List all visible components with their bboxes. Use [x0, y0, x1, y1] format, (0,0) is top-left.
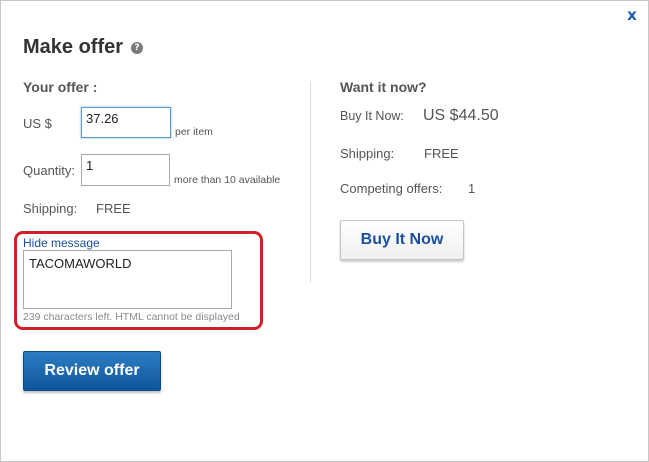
buy-it-now-label: Buy It Now: — [340, 109, 404, 123]
shipping-value: FREE — [96, 201, 131, 216]
quantity-value: 1 — [86, 158, 94, 173]
close-icon[interactable]: x — [625, 7, 639, 23]
review-offer-button[interactable]: Review offer — [23, 351, 161, 391]
offer-price-input[interactable]: 37.26 — [81, 107, 171, 138]
quantity-label: Quantity: — [23, 163, 76, 178]
message-text: TACOMAWORLD — [29, 256, 132, 271]
want-it-now-heading: Want it now? — [340, 79, 427, 95]
competing-offers-value: 1 — [468, 181, 476, 196]
availability-label: more than 10 available — [174, 174, 281, 186]
per-item-label: per item — [175, 126, 213, 138]
competing-offers-label: Competing offers: — [340, 181, 443, 196]
shipping-label: Shipping: — [23, 201, 78, 216]
buy-it-now-price: US $44.50 — [423, 107, 499, 124]
buy-it-now-button[interactable]: Buy It Now — [340, 220, 464, 260]
characters-left-hint: 239 characters left. HTML cannot be disp… — [23, 311, 240, 323]
your-offer-heading: Your offer : — [23, 79, 98, 95]
quantity-input[interactable]: 1 — [81, 154, 170, 186]
make-offer-dialog: x Make offer ? Your offer : US $ 37.26 p… — [0, 0, 649, 462]
currency-label: US $ — [23, 116, 52, 131]
right-shipping-value: FREE — [424, 146, 459, 161]
help-icon[interactable]: ? — [131, 42, 143, 54]
right-shipping-label: Shipping: — [340, 146, 395, 161]
offer-price-value: 37.26 — [86, 111, 119, 126]
column-divider — [310, 81, 311, 283]
message-textarea[interactable]: TACOMAWORLD — [23, 250, 232, 309]
dialog-title: Make offer — [23, 36, 124, 58]
hide-message-link[interactable]: Hide message — [23, 236, 100, 250]
